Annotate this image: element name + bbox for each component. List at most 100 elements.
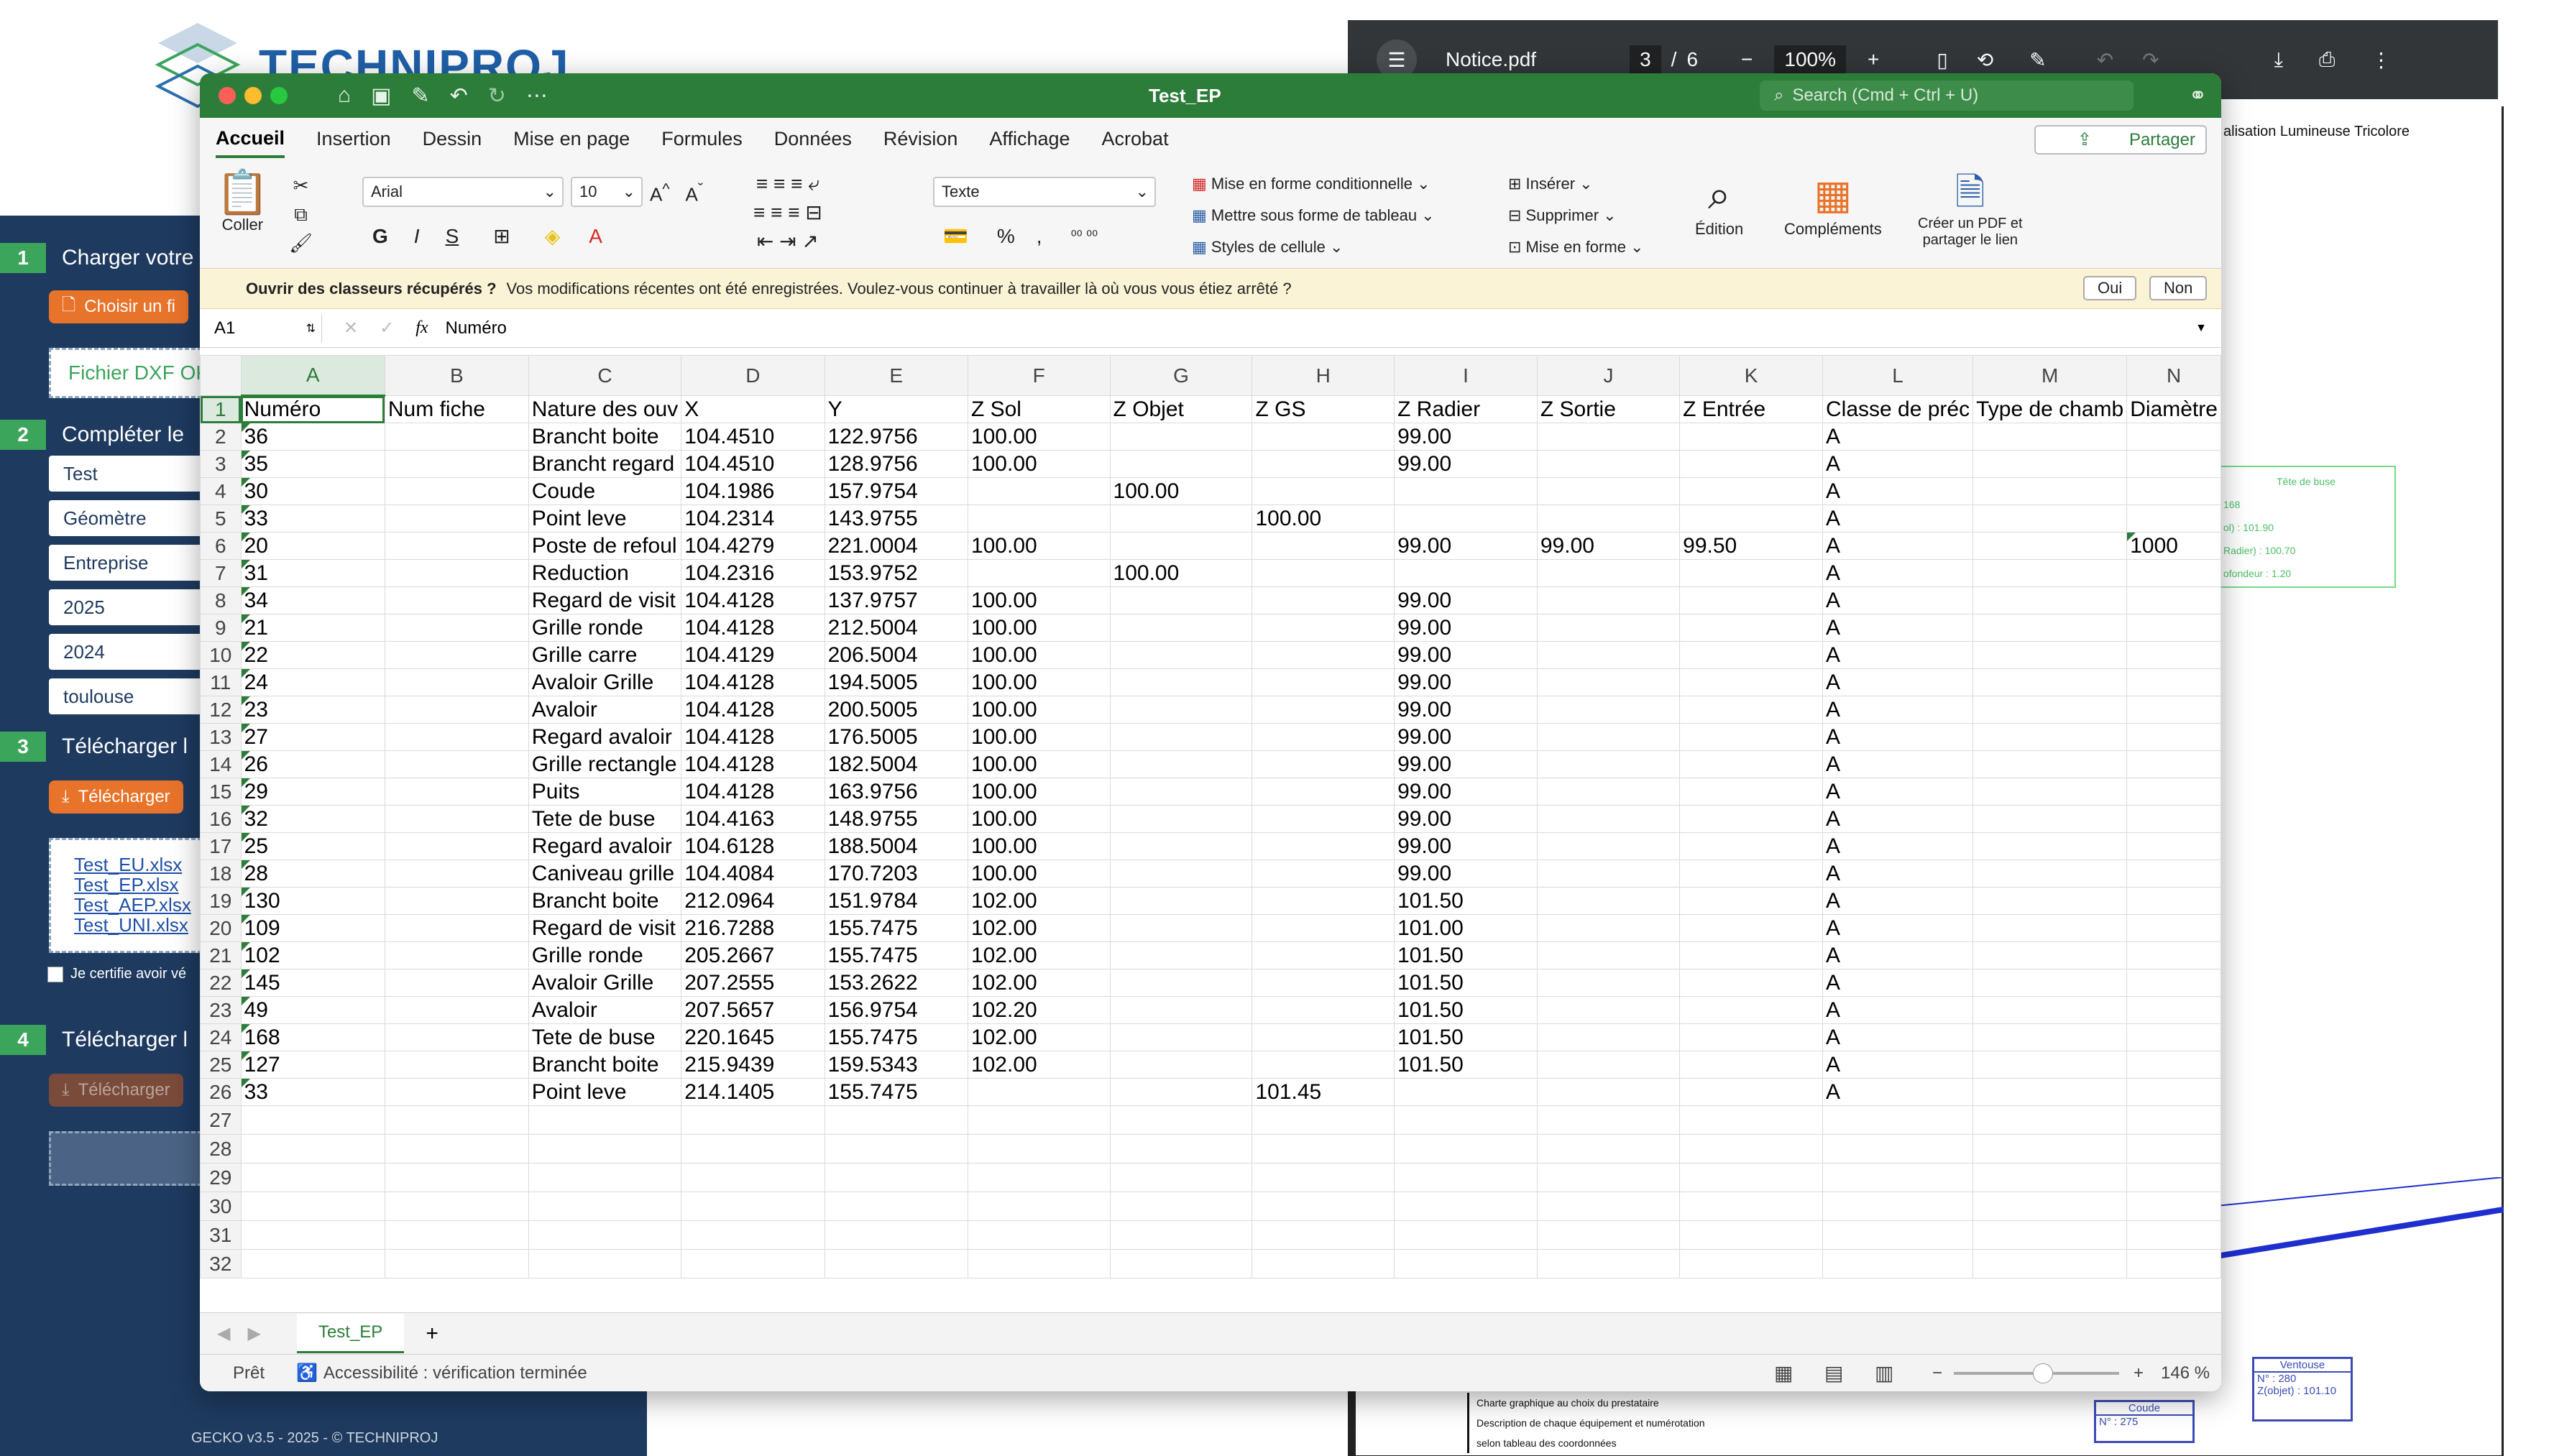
table-cell[interactable] bbox=[2126, 1249, 2221, 1278]
table-cell[interactable] bbox=[1251, 641, 1395, 669]
column-header[interactable]: K bbox=[1679, 355, 1823, 396]
table-cell[interactable] bbox=[2126, 1078, 2221, 1106]
table-cell[interactable] bbox=[1972, 805, 2128, 833]
table-cell[interactable]: 101.50 bbox=[1394, 969, 1538, 997]
table-cell[interactable] bbox=[1109, 641, 1253, 669]
table-cell[interactable] bbox=[1536, 559, 1681, 587]
table-cell[interactable]: 100.00 bbox=[967, 696, 1111, 724]
table-cell[interactable] bbox=[2126, 641, 2221, 669]
table-cell[interactable]: Classe de préc bbox=[1822, 395, 1974, 423]
table-cell[interactable]: 104.4128 bbox=[681, 750, 825, 778]
pdf-page-input[interactable]: 3 bbox=[1630, 45, 1661, 74]
field-company[interactable]: Entreprise bbox=[49, 545, 214, 581]
table-cell[interactable]: A bbox=[1822, 914, 1974, 942]
table-cell[interactable] bbox=[1251, 832, 1395, 860]
table-cell[interactable] bbox=[1972, 423, 2128, 451]
column-header[interactable]: L bbox=[1822, 355, 1974, 396]
table-cell[interactable] bbox=[1972, 914, 2128, 942]
table-cell[interactable]: 101.00 bbox=[1394, 914, 1538, 942]
table-cell[interactable]: 145 bbox=[240, 969, 385, 997]
table-cell[interactable] bbox=[1972, 477, 2128, 505]
table-cell[interactable]: Y bbox=[824, 395, 968, 423]
table-cell[interactable] bbox=[681, 1220, 825, 1250]
table-cell[interactable]: Diamètre bbox=[2126, 395, 2221, 423]
table-cell[interactable]: 99.00 bbox=[1394, 532, 1538, 560]
table-cell[interactable]: 21 bbox=[240, 614, 385, 642]
table-cell[interactable] bbox=[1536, 1023, 1681, 1051]
table-cell[interactable] bbox=[1251, 668, 1395, 696]
table-cell[interactable] bbox=[967, 1192, 1111, 1221]
annotate-icon[interactable]: ✎ bbox=[2029, 48, 2046, 72]
zoom-level[interactable]: 146 % bbox=[2161, 1363, 2210, 1383]
table-cell[interactable]: 36 bbox=[240, 423, 385, 451]
table-cell[interactable]: 194.5005 bbox=[824, 668, 968, 696]
redo-icon[interactable]: ↷ bbox=[2142, 48, 2159, 72]
table-cell[interactable] bbox=[1251, 1105, 1395, 1135]
table-cell[interactable]: 23 bbox=[240, 696, 385, 724]
table-cell[interactable]: A bbox=[1822, 586, 1974, 614]
table-cell[interactable] bbox=[1536, 860, 1681, 888]
table-cell[interactable] bbox=[384, 1023, 529, 1051]
expand-formula-icon[interactable]: ▼ bbox=[2195, 322, 2207, 335]
table-cell[interactable] bbox=[681, 1134, 825, 1164]
indent-icon[interactable]: ⇤ ⇥ ↗ bbox=[757, 227, 819, 256]
table-cell[interactable]: 104.1986 bbox=[681, 477, 825, 505]
table-cell[interactable] bbox=[1251, 805, 1395, 833]
table-cell[interactable]: Z Objet bbox=[1109, 395, 1253, 423]
table-cell[interactable] bbox=[681, 1105, 825, 1135]
table-cell[interactable] bbox=[2126, 750, 2221, 778]
tab-revision[interactable]: Révision bbox=[883, 128, 958, 150]
table-cell[interactable]: Regard avaloir bbox=[528, 832, 682, 860]
table-cell[interactable] bbox=[1109, 778, 1253, 806]
table-cell[interactable] bbox=[384, 832, 529, 860]
cell-styles-button[interactable]: ▦ Styles de cellule ⌄ bbox=[1192, 231, 1343, 263]
table-cell[interactable] bbox=[967, 1163, 1111, 1192]
zoom-slider[interactable] bbox=[1954, 1363, 2119, 1383]
table-cell[interactable]: 33 bbox=[240, 504, 385, 533]
table-cell[interactable]: 99.50 bbox=[1679, 532, 1823, 560]
table-cell[interactable]: 100.00 bbox=[967, 750, 1111, 778]
table-cell[interactable] bbox=[1679, 723, 1823, 751]
font-size-select[interactable]: 10 ⌄ bbox=[571, 177, 643, 207]
table-cell[interactable] bbox=[1394, 1220, 1538, 1250]
table-cell[interactable]: 212.5004 bbox=[824, 614, 968, 642]
decrease-font-icon[interactable]: Aˇ bbox=[686, 180, 704, 206]
table-cell[interactable]: Reduction bbox=[528, 559, 682, 587]
table-cell[interactable]: 100.00 bbox=[967, 423, 1111, 451]
table-cell[interactable]: 100.00 bbox=[967, 532, 1111, 560]
table-cell[interactable] bbox=[2126, 696, 2221, 724]
table-cell[interactable] bbox=[1822, 1192, 1974, 1221]
table-cell[interactable] bbox=[2126, 1023, 2221, 1051]
table-cell[interactable] bbox=[1679, 559, 1823, 587]
table-cell[interactable] bbox=[384, 559, 529, 587]
table-cell[interactable] bbox=[1251, 887, 1395, 915]
table-cell[interactable] bbox=[1679, 914, 1823, 942]
table-cell[interactable] bbox=[1109, 696, 1253, 724]
table-cell[interactable]: 100.00 bbox=[967, 450, 1111, 478]
more-icon[interactable]: ⋮ bbox=[2371, 48, 2391, 72]
row-header[interactable]: 17 bbox=[200, 832, 242, 860]
table-cell[interactable] bbox=[1109, 668, 1253, 696]
certify-checkbox[interactable] bbox=[47, 966, 63, 982]
table-cell[interactable]: 205.2667 bbox=[681, 941, 825, 969]
table-cell[interactable] bbox=[1972, 1249, 2128, 1278]
table-cell[interactable] bbox=[1251, 450, 1395, 478]
table-cell[interactable]: 127 bbox=[240, 1051, 385, 1079]
table-cell[interactable] bbox=[967, 559, 1111, 587]
row-header[interactable]: 5 bbox=[200, 504, 242, 533]
table-cell[interactable]: 102.00 bbox=[967, 914, 1111, 942]
table-cell[interactable] bbox=[384, 450, 529, 478]
table-cell[interactable]: Avaloir bbox=[528, 696, 682, 724]
table-cell[interactable] bbox=[1972, 532, 2128, 560]
table-cell[interactable] bbox=[1679, 477, 1823, 505]
table-cell[interactable]: 1000 bbox=[2126, 532, 2221, 560]
confirm-icon[interactable]: ✓ bbox=[380, 318, 394, 338]
table-cell[interactable] bbox=[1536, 696, 1681, 724]
table-cell[interactable] bbox=[967, 1078, 1111, 1106]
table-cell[interactable] bbox=[1679, 696, 1823, 724]
column-header[interactable]: I bbox=[1394, 355, 1538, 396]
table-cell[interactable]: 215.9439 bbox=[681, 1051, 825, 1079]
table-cell[interactable] bbox=[1679, 1051, 1823, 1079]
table-cell[interactable] bbox=[967, 1249, 1111, 1278]
table-cell[interactable] bbox=[1251, 586, 1395, 614]
